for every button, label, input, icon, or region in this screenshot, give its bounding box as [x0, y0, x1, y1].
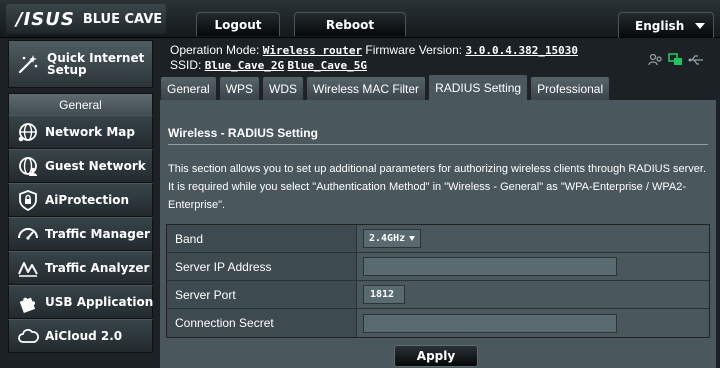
- server-ip-row: Server IP Address: [167, 253, 709, 281]
- server-ip-input[interactable]: [363, 257, 617, 276]
- title-divider: [168, 144, 708, 145]
- server-port-row: Server Port 1812: [167, 281, 709, 309]
- tab-bar: General WPS WDS Wireless MAC Filter RADI…: [160, 74, 611, 100]
- tab-professional[interactable]: Professional: [530, 76, 611, 100]
- sidebar-item-label: USB Application: [45, 295, 154, 309]
- tab-general[interactable]: General: [160, 76, 217, 100]
- brand-logo[interactable]: /ISUS BLUE CAVE: [6, 4, 166, 34]
- router-model: BLUE CAVE: [82, 11, 163, 27]
- cloud-icon: [17, 325, 39, 347]
- operation-mode-line: Operation Mode: Wireless router Firmware…: [170, 43, 715, 58]
- sidebar-item-traffic-analyzer[interactable]: Traffic Analyzer: [8, 251, 153, 285]
- guest-network-icon: [17, 155, 39, 177]
- ssid-5g-link[interactable]: Blue_Cave_5G: [288, 59, 367, 72]
- puzzle-icon: [17, 291, 39, 313]
- server-port-label: Server Port: [167, 281, 357, 308]
- band-row: Band 2.4GHz: [167, 225, 709, 253]
- page-description: This section allows you to set up additi…: [168, 163, 707, 211]
- usb-status-icon[interactable]: [688, 53, 704, 72]
- status-icons: [648, 53, 704, 72]
- sidebar-item-network-map[interactable]: Network Map: [8, 115, 153, 149]
- reboot-button[interactable]: Reboot: [294, 12, 406, 36]
- tab-radius-setting[interactable]: RADIUS Setting: [428, 74, 529, 100]
- tab-wds[interactable]: WDS: [262, 76, 305, 100]
- internet-status-icon[interactable]: [668, 53, 684, 72]
- sidebar-item-label: Network Map: [45, 125, 135, 139]
- ssid-line: SSID: Blue_Cave_2G Blue_Cave_5G: [170, 58, 715, 73]
- asus-logo: /ISUS: [16, 8, 75, 30]
- band-select-value: 2.4GHz: [369, 233, 406, 244]
- server-ip-label: Server IP Address: [167, 253, 357, 280]
- connection-secret-row: Connection Secret: [167, 309, 709, 337]
- language-value: English: [635, 18, 685, 33]
- top-bar: /ISUS BLUE CAVE Logout Reboot English: [0, 0, 720, 38]
- band-label: Band: [167, 225, 357, 252]
- quick-internet-setup-button[interactable]: Quick Internet Setup: [8, 40, 153, 88]
- connection-secret-input[interactable]: [363, 313, 617, 333]
- tab-wps[interactable]: WPS: [218, 76, 261, 100]
- firmware-label: Firmware Version:: [365, 43, 463, 57]
- chart-analyzer-icon: [17, 257, 39, 279]
- operation-mode-label: Operation Mode:: [170, 43, 260, 57]
- quick-internet-setup-label: Quick Internet Setup: [47, 51, 145, 77]
- sidebar-item-aiprotection[interactable]: AiProtection: [8, 183, 153, 217]
- language-select[interactable]: English: [618, 12, 714, 38]
- chevron-down-icon: [409, 236, 416, 241]
- system-info: Operation Mode: Wireless router Firmware…: [170, 43, 715, 73]
- ssid-2g-link[interactable]: Blue_Cave_2G: [205, 59, 284, 72]
- chevron-down-icon: [695, 22, 705, 29]
- ssid-label: SSID:: [170, 58, 202, 72]
- operation-mode-link[interactable]: Wireless router: [263, 44, 362, 57]
- gauge-icon: [17, 223, 39, 245]
- sidebar-item-label: AiCloud 2.0: [45, 329, 123, 343]
- sidebar-item-aicloud[interactable]: AiCloud 2.0: [8, 319, 153, 353]
- content-panel: Wireless - RADIUS Setting This section a…: [160, 100, 716, 368]
- sidebar-item-label: Traffic Analyzer: [45, 261, 150, 275]
- client-status-icon[interactable]: [648, 53, 664, 72]
- sidebar-item-guest-network[interactable]: Guest Network: [8, 149, 153, 183]
- tab-wireless-mac-filter[interactable]: Wireless MAC Filter: [306, 76, 427, 100]
- globe-network-icon: [17, 121, 39, 143]
- sidebar: Quick Internet Setup General Network Map…: [8, 40, 153, 365]
- page-title: Wireless - RADIUS Setting: [168, 126, 318, 140]
- shield-lock-icon: [17, 189, 39, 211]
- sidebar-item-usb-application[interactable]: USB Application: [8, 285, 153, 319]
- firmware-link[interactable]: 3.0.0.4.382_15030: [465, 44, 578, 57]
- logout-button[interactable]: Logout: [196, 12, 280, 36]
- server-port-input[interactable]: 1812: [363, 285, 405, 304]
- wand-icon: [17, 53, 39, 75]
- sidebar-item-label: Guest Network: [45, 159, 146, 173]
- general-section-header: General: [8, 93, 153, 115]
- sidebar-item-label: Traffic Manager: [45, 227, 150, 241]
- band-select[interactable]: 2.4GHz: [363, 229, 421, 248]
- radius-form: Band 2.4GHz Server IP Address Server Por…: [166, 224, 710, 338]
- connection-secret-label: Connection Secret: [167, 309, 357, 337]
- apply-button[interactable]: Apply: [394, 345, 478, 367]
- sidebar-item-traffic-manager[interactable]: Traffic Manager: [8, 217, 153, 251]
- sidebar-item-label: AiProtection: [45, 193, 129, 207]
